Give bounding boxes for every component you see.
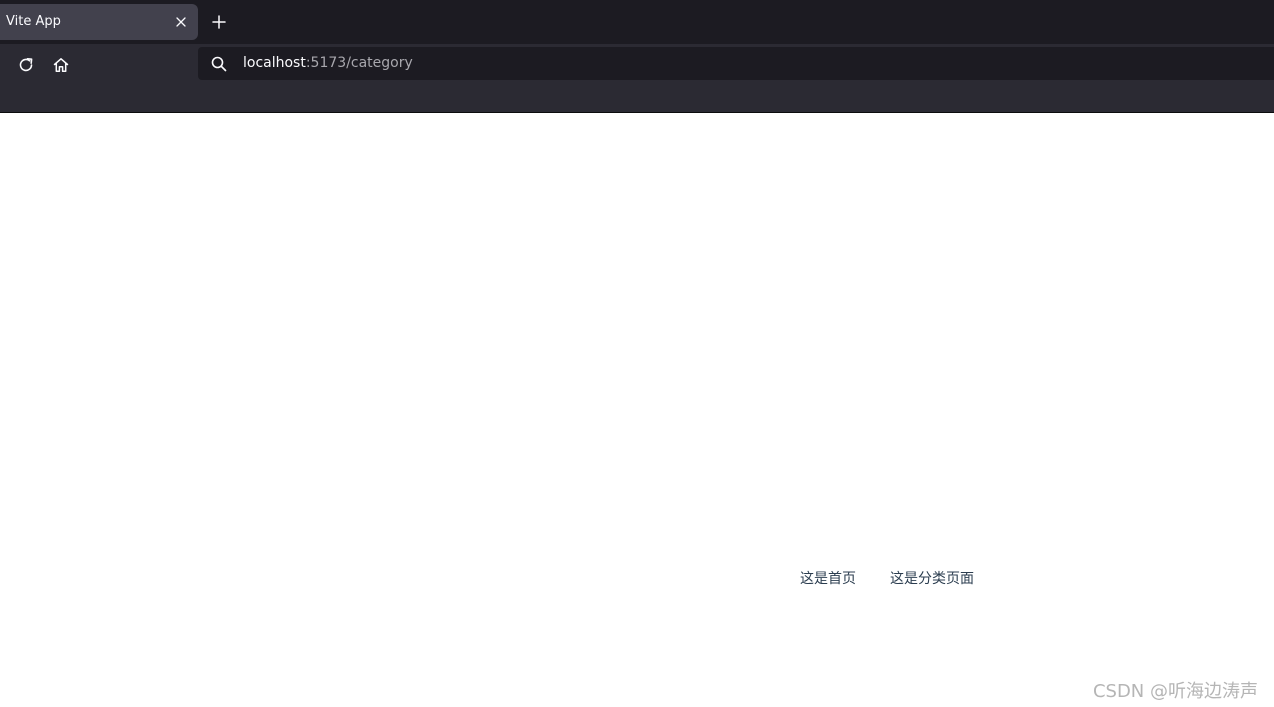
watermark: CSDN @听海边涛声	[1092, 681, 1258, 702]
page-content: 这是首页 这是分类页面 CSDN @听海边涛声	[0, 113, 1274, 707]
nav-link-home[interactable]: 这是首页	[800, 568, 856, 588]
plus-icon[interactable]	[208, 11, 230, 33]
url-path: :5173/category	[305, 55, 413, 71]
url-bar[interactable]: localhost:5173/category	[198, 47, 1274, 80]
browser-chrome: Vite App localhost:5173/category	[0, 0, 1274, 113]
close-icon[interactable]	[172, 13, 190, 31]
active-tab[interactable]: Vite App	[0, 4, 198, 40]
home-icon[interactable]	[48, 52, 74, 78]
url-host: localhost	[243, 55, 306, 71]
tab-strip: Vite App	[0, 0, 1274, 44]
nav-link-category[interactable]: 这是分类页面	[890, 568, 974, 588]
reload-icon[interactable]	[13, 52, 39, 78]
tab-title: Vite App	[6, 14, 61, 29]
search-icon	[209, 54, 229, 74]
url-text[interactable]: localhost:5173/category	[243, 55, 413, 71]
